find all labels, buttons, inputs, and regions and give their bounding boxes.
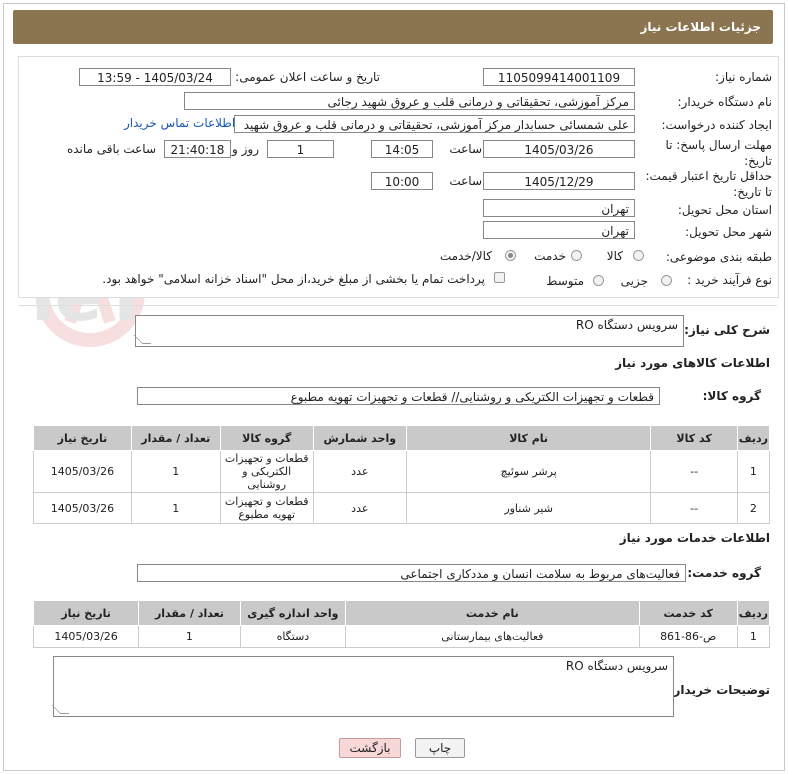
goods-col-row: ردیف xyxy=(736,425,771,451)
services-col-row: ردیف xyxy=(736,600,771,626)
category-radio-service[interactable] xyxy=(571,250,582,261)
goods-col-group: گروه کالا xyxy=(219,425,314,451)
goods-cell-name: شیر شناور xyxy=(405,492,652,524)
category-option-service: خدمت xyxy=(534,249,566,263)
goods-group-field: قطعات و تجهیزات الکتریکی و روشنایی// قطع… xyxy=(137,387,660,405)
table-row: 2 -- شیر شناور عدد قطعات و تجهیزات تهویه… xyxy=(33,492,771,524)
divider xyxy=(18,305,777,306)
process-radio-minor[interactable] xyxy=(661,275,672,286)
category-radio-goods-service[interactable] xyxy=(505,250,516,261)
goods-col-name: نام کالا xyxy=(405,425,652,451)
goods-cell-name: پرشر سوئیچ xyxy=(405,450,652,493)
page-title: جزئیات اطلاعات نیاز xyxy=(640,20,761,34)
services-cell-name: فعالیت‌های بیمارستانی xyxy=(345,625,640,648)
reply-time-field: 14:05 xyxy=(371,140,433,158)
reply-date-field: 1405/03/26 xyxy=(483,140,635,158)
remaining-time-field: 21:40:18 xyxy=(164,140,231,158)
goods-table: ردیف کد کالا نام کالا واحد شمارش گروه کا… xyxy=(33,425,771,524)
process-option-medium: متوسط xyxy=(546,274,584,288)
table-row: 1 ص-86-861 فعالیت‌های بیمارستانی دستگاه … xyxy=(32,625,771,648)
goods-cell-date: 1405/03/26 xyxy=(33,492,132,524)
services-col-code: کد خدمت xyxy=(638,600,738,626)
price-time-field: 10:00 xyxy=(371,172,433,190)
goods-cell-row: 1 xyxy=(736,450,771,493)
services-cell-date: 1405/03/26 xyxy=(32,625,140,648)
province-field: تهران xyxy=(483,199,635,217)
goods-cell-row: 2 xyxy=(736,492,771,524)
goods-col-qty: تعداد / مقدار xyxy=(130,425,221,451)
resize-handle-icon[interactable] xyxy=(133,335,152,344)
need-number-field: 1105099414001109 xyxy=(483,68,635,86)
price-time-label: ساعت xyxy=(449,174,482,188)
buyer-notes-label: توضیحات خریدار: xyxy=(668,683,770,697)
back-button[interactable]: بازگشت xyxy=(339,738,401,758)
goods-cell-code: -- xyxy=(650,450,738,493)
goods-col-code: کد کالا xyxy=(650,425,738,451)
resize-handle-icon[interactable] xyxy=(51,705,70,714)
reply-time-label: ساعت xyxy=(449,142,482,156)
announce-label: تاریخ و ساعت اعلان عمومی: xyxy=(235,70,380,84)
services-cell-code: ص-86-861 xyxy=(638,625,738,648)
creator-label: ایجاد کننده درخواست: xyxy=(661,118,772,132)
need-number-label: شماره نیاز: xyxy=(715,70,772,84)
services-col-date: تاریخ نیاز xyxy=(32,600,140,626)
services-col-qty: تعداد / مقدار xyxy=(138,600,241,626)
days-field: 1 xyxy=(267,140,334,158)
buyer-label: نام دستگاه خریدار: xyxy=(677,95,773,109)
city-label: شهر محل تحویل: xyxy=(685,225,772,239)
process-option-minor: جزیی xyxy=(620,274,648,288)
category-radio-goods[interactable] xyxy=(633,250,644,261)
services-table: ردیف کد خدمت نام خدمت واحد اندازه گیری ت… xyxy=(32,600,771,648)
category-option-goods: کالا xyxy=(606,249,623,263)
services-group-label: گروه خدمت: xyxy=(687,566,761,580)
services-cell-row: 1 xyxy=(736,625,771,648)
services-cell-qty: 1 xyxy=(138,625,241,648)
page-header: جزئیات اطلاعات نیاز xyxy=(13,10,773,44)
need-desc-field[interactable]: سرویس دستگاه RO xyxy=(133,315,684,347)
goods-cell-unit: عدد xyxy=(312,450,407,493)
remaining-time-label: ساعت باقی مانده xyxy=(66,142,156,156)
services-section-title: اطلاعات خدمات مورد نیاز xyxy=(619,531,770,545)
goods-col-unit: واحد شمارش xyxy=(312,425,407,451)
process-radio-medium[interactable] xyxy=(593,275,604,286)
services-col-unit: واحد اندازه گیری xyxy=(239,600,347,626)
table-row: 1 -- پرشر سوئیچ عدد قطعات و تجهیزات الکت… xyxy=(33,450,771,493)
reply-deadline-label: مهلت ارسال پاسخ: تا تاریخ: xyxy=(665,138,772,168)
need-desc-label: شرح کلی نیاز: xyxy=(684,323,770,337)
buyer-notes-text: سرویس دستگاه RO xyxy=(565,659,668,673)
city-field: تهران xyxy=(483,221,635,239)
category-label: طبقه بندی موضوعی: xyxy=(665,250,772,264)
price-date-field: 1405/12/29 xyxy=(483,172,635,190)
services-col-name: نام خدمت xyxy=(345,600,640,626)
treasury-payment-checkbox[interactable] xyxy=(494,272,505,283)
services-cell-unit: دستگاه xyxy=(239,625,347,648)
province-label: استان محل تحویل: xyxy=(677,203,772,217)
goods-col-date: تاریخ نیاز xyxy=(33,425,132,451)
goods-cell-unit: عدد xyxy=(312,492,407,524)
creator-field: علی شمسائی حسابدار مرکز آموزشی، تحقیقاتی… xyxy=(234,115,635,133)
days-label: روز و xyxy=(232,142,259,156)
goods-section-title: اطلاعات کالاهای مورد نیاز xyxy=(615,356,770,370)
goods-group-label: گروه کالا: xyxy=(702,389,761,403)
need-desc-text: سرویس دستگاه RO xyxy=(575,318,678,332)
goods-cell-qty: 1 xyxy=(130,492,221,524)
announce-field: 1405/03/24 - 13:59 xyxy=(79,68,231,86)
buyer-field: مرکز آموزشی، تحقیقاتی و درمانی قلب و عرو… xyxy=(184,92,635,110)
goods-cell-group: قطعات و تجهیزات تهویه مطبوع xyxy=(219,492,314,524)
goods-cell-date: 1405/03/26 xyxy=(33,450,132,493)
goods-cell-qty: 1 xyxy=(130,450,221,493)
print-button[interactable]: چاپ xyxy=(415,738,465,758)
category-option-goods-service: کالا/خدمت xyxy=(439,249,492,263)
process-label: نوع فرآیند خرید : xyxy=(687,273,772,287)
services-group-field: فعالیت‌های مربوط به سلامت انسان و مددکار… xyxy=(137,564,686,582)
goods-cell-code: -- xyxy=(650,492,738,524)
price-deadline-label: حداقل تاریخ اعتبار قیمت: تا تاریخ: xyxy=(645,169,772,199)
contact-buyer-link[interactable]: اطلاعات تماس خریدار xyxy=(124,116,235,130)
payment-note: پرداخت تمام یا بخشی از مبلغ خرید،از محل … xyxy=(102,272,485,286)
goods-cell-group: قطعات و تجهیزات الکتریکی و روشنایی xyxy=(219,450,314,493)
buyer-notes-field[interactable]: سرویس دستگاه RO xyxy=(51,656,674,717)
